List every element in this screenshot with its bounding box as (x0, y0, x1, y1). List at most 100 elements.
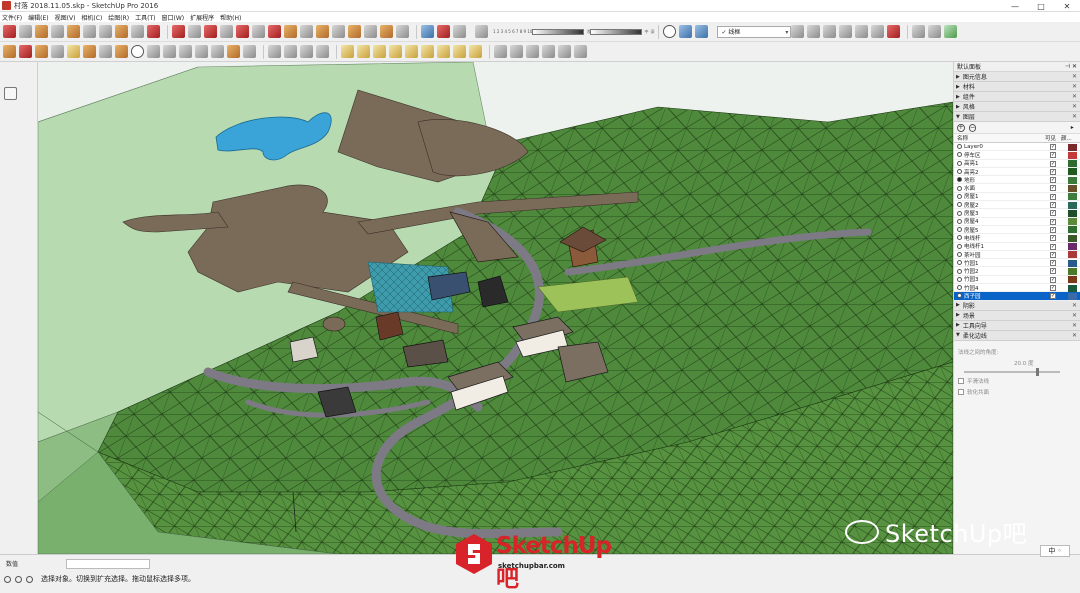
two-point-arc-icon[interactable] (23, 182, 36, 195)
plugin-icon[interactable] (51, 45, 64, 58)
line-icon[interactable] (4, 125, 17, 138)
position-camera-icon[interactable] (4, 391, 17, 404)
scale-icon[interactable] (4, 258, 17, 271)
plugin-icon[interactable] (131, 25, 144, 38)
credits-icon[interactable] (15, 575, 22, 583)
layer-visible-checkbox[interactable]: ✓ (1050, 293, 1056, 300)
plugin-icon[interactable] (944, 25, 958, 38)
scale-bar-dark[interactable] (590, 28, 643, 35)
option-soften-coplanar[interactable]: 软化共面 (958, 388, 1076, 396)
layer-color-swatch[interactable] (1068, 184, 1077, 192)
layer-visible-checkbox[interactable]: ✓ (1050, 168, 1056, 175)
plugin-icon[interactable] (3, 45, 16, 58)
scale-bar-light[interactable] (532, 28, 585, 35)
layer-visible-checkbox[interactable]: ✓ (1050, 235, 1056, 242)
checkbox[interactable] (958, 388, 964, 395)
text-icon[interactable] (23, 296, 36, 309)
active-layer-radio[interactable] (957, 160, 962, 166)
zoom-extents-icon[interactable] (4, 372, 17, 385)
plugin-icon[interactable] (453, 45, 466, 58)
pan-icon[interactable] (23, 334, 36, 347)
plugin-icon[interactable] (284, 25, 297, 38)
plugin-icon[interactable] (99, 25, 112, 38)
plugin-icon[interactable] (912, 25, 926, 38)
add-layer-icon[interactable]: + (957, 123, 965, 132)
layer-visible-checkbox[interactable]: ✓ (1050, 285, 1056, 292)
active-layer-radio[interactable] (957, 202, 962, 208)
previous-view-icon[interactable] (23, 372, 36, 385)
menu-camera[interactable]: 相机(C) (81, 13, 102, 22)
close-icon[interactable]: ✕ (1072, 73, 1077, 80)
eraser-icon[interactable] (23, 106, 36, 119)
layer-color-swatch[interactable] (1068, 234, 1077, 242)
panel-shadows[interactable]: ▶ 阴影 ✕ (954, 300, 1080, 311)
plugin-icon[interactable] (558, 45, 571, 58)
view-cube-icon[interactable] (695, 25, 709, 38)
make-component-icon[interactable] (23, 87, 36, 100)
plugin-icon[interactable] (204, 25, 217, 38)
close-icon[interactable]: ✕ (1072, 322, 1077, 329)
minimize-button[interactable]: — (1002, 0, 1028, 12)
plugin-icon[interactable] (389, 45, 402, 58)
plugin-icon[interactable] (268, 25, 281, 38)
paint-bucket-icon[interactable] (4, 106, 17, 119)
teapot-icon[interactable] (147, 45, 160, 58)
panel-scenes[interactable]: ▶ 场景 ✕ (954, 310, 1080, 321)
plugin-icon[interactable] (510, 45, 523, 58)
checkbox[interactable] (958, 377, 964, 384)
panel-layers[interactable]: ▼ 图层 ✕ (954, 112, 1080, 122)
display-style-select[interactable]: ✓ 线框 ▾ (717, 25, 792, 38)
plugin-icon[interactable] (469, 45, 482, 58)
plugin-icon[interactable] (3, 25, 16, 38)
check-icon[interactable] (131, 45, 144, 58)
angle-slider[interactable] (964, 367, 1060, 376)
close-icon[interactable]: ✕ (1072, 312, 1077, 319)
plugin-icon[interactable] (437, 45, 450, 58)
ime-indicator[interactable]: 中 ◦ (1040, 545, 1070, 557)
menu-window[interactable]: 窗口(W) (162, 13, 185, 22)
plugin-icon[interactable] (19, 45, 32, 58)
plugin-icon[interactable] (421, 25, 434, 38)
menu-file[interactable]: 文件(F) (2, 13, 22, 22)
plugin-icon[interactable] (83, 45, 96, 58)
dimension-icon[interactable] (23, 277, 36, 290)
layer-color-swatch[interactable] (1068, 251, 1077, 259)
model-viewport[interactable] (38, 62, 953, 554)
layer-color-swatch[interactable] (1068, 143, 1077, 151)
plugin-icon[interactable] (67, 25, 80, 38)
layer-color-swatch[interactable] (1068, 292, 1077, 300)
layer-visible-checkbox[interactable]: ✓ (1050, 276, 1056, 283)
close-icon[interactable]: ✕ (1072, 83, 1077, 90)
plugin-icon[interactable] (823, 25, 837, 38)
layer-visible-checkbox[interactable]: ✓ (1050, 210, 1056, 217)
plugin-icon[interactable] (396, 25, 409, 38)
plugin-icon[interactable] (574, 45, 587, 58)
details-arrow-icon[interactable]: ▸ (1068, 124, 1076, 132)
panel-materials[interactable]: ▶ 材料 ✕ (954, 82, 1080, 92)
active-layer-radio[interactable] (957, 243, 962, 249)
plugin-icon[interactable] (227, 45, 240, 58)
plugin-icon[interactable] (83, 25, 96, 38)
plugin-icon[interactable] (437, 25, 450, 38)
menu-tools[interactable]: 工具(T) (135, 13, 155, 22)
window-icon[interactable] (300, 45, 313, 58)
panel-styles[interactable]: ▶ 风格 ✕ (954, 102, 1080, 112)
slider-knob[interactable] (1036, 367, 1039, 376)
close-icon[interactable]: ✕ (1072, 302, 1077, 309)
layer-visible-checkbox[interactable]: ✓ (1050, 218, 1056, 225)
layer-color-swatch[interactable] (1068, 226, 1077, 234)
layer-color-swatch[interactable] (1068, 209, 1077, 217)
plugin-icon[interactable] (99, 45, 112, 58)
view-cube-icon[interactable] (679, 25, 693, 38)
plugin-icon[interactable] (332, 25, 345, 38)
menu-extensions[interactable]: 扩展程序 (190, 13, 214, 22)
plugin-icon[interactable] (115, 25, 128, 38)
measurements-input[interactable] (66, 558, 150, 569)
circle-icon[interactable] (4, 163, 17, 176)
zoom-icon[interactable] (4, 353, 17, 366)
maximize-button[interactable]: □ (1028, 0, 1054, 12)
plugin-icon[interactable] (115, 45, 128, 58)
offset-icon[interactable] (23, 258, 36, 271)
plugin-icon[interactable] (19, 25, 32, 38)
rectangle-icon[interactable] (4, 144, 17, 157)
